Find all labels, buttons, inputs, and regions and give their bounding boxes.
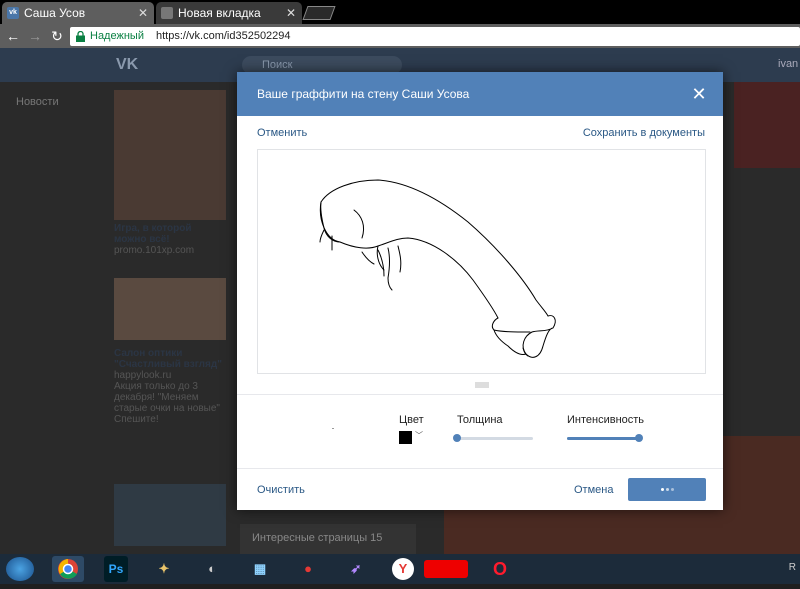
lock-icon	[76, 31, 85, 42]
slider-thumb[interactable]	[635, 434, 643, 442]
loading-dot	[661, 488, 664, 491]
cancel-link[interactable]: Отменить	[257, 127, 307, 139]
slider-fill	[567, 437, 639, 440]
cancel-button[interactable]: Отмена	[574, 484, 613, 496]
secure-label: Надежный	[90, 30, 144, 42]
redacted-icon[interactable]	[424, 560, 468, 578]
thickness-slider[interactable]	[453, 434, 533, 442]
left-nav-item-news[interactable]: Новости	[16, 96, 59, 108]
color-swatch[interactable]	[399, 431, 412, 444]
ad-domain: happylook.ru	[114, 370, 172, 381]
divider	[237, 394, 723, 395]
forward-arrow-icon[interactable]: →	[26, 27, 44, 45]
ad-body: Акция только до 3 декабря! "Меняем стары…	[114, 381, 220, 425]
vk-logo[interactable]: VK	[116, 56, 138, 74]
interesting-pages-label: Интересные страницы	[252, 532, 368, 544]
dialog-title: Ваше граффити на стену Саши Усова	[257, 87, 470, 101]
photoshop-icon[interactable]: Ps	[104, 556, 128, 582]
save-to-documents-link[interactable]: Сохранить в документы	[583, 127, 705, 139]
loading-dot	[666, 488, 669, 491]
reload-icon[interactable]: ↻	[48, 27, 66, 45]
start-button[interactable]	[6, 557, 34, 581]
send-button[interactable]	[628, 478, 706, 501]
yandex-icon[interactable]: Y	[392, 558, 414, 580]
tab-title: Новая вкладка	[178, 6, 261, 20]
intensity-label: Интенсивность	[567, 414, 645, 426]
graffiti-dialog: Ваше граффити на стену Саши Усова ✕ Отме…	[237, 72, 723, 510]
close-icon[interactable]: ✕	[689, 84, 709, 104]
ad-title: Игра, в которой можно всё!	[114, 223, 192, 245]
ad-text[interactable]: Игра, в которой можно всё! promo.101xp.c…	[114, 223, 226, 256]
ad-text[interactable]: Салон оптики "Счастливый взгляд" happylo…	[114, 348, 226, 425]
chrome-icon[interactable]	[52, 556, 84, 582]
brush-preview	[332, 428, 334, 429]
interesting-pages[interactable]: Интересные страницы 15	[240, 524, 416, 554]
ad-image[interactable]	[114, 90, 226, 220]
tab-bar: vk Саша Усов ✕ Новая вкладка ✕	[0, 0, 800, 24]
blank-page-icon	[161, 7, 173, 19]
intensity-slider[interactable]	[567, 434, 643, 442]
clear-button[interactable]: Очистить	[257, 484, 305, 496]
url-text: https://vk.com/id352502294	[156, 30, 291, 42]
address-bar[interactable]: Надежный https://vk.com/id352502294	[70, 27, 800, 46]
feather-icon[interactable]: ➶	[340, 556, 372, 582]
divider	[237, 468, 723, 469]
opera-icon[interactable]: O	[484, 556, 516, 582]
taskbar: Ps ✦ ◐ ▦ ● ➶ Y O R	[0, 554, 800, 584]
tab-new[interactable]: Новая вкладка ✕	[156, 2, 302, 24]
dialog-header: Ваше граффити на стену Саши Усова ✕	[237, 72, 723, 116]
tab-title: Саша Усов	[24, 6, 86, 20]
photo-thumbnail[interactable]	[734, 82, 800, 168]
app-icon[interactable]: ◐	[196, 556, 228, 582]
graffiti-canvas[interactable]	[257, 149, 706, 388]
ad-title: Салон оптики "Счастливый взгляд"	[114, 348, 222, 370]
new-tab-button[interactable]	[302, 6, 336, 20]
film-icon[interactable]: ▦	[244, 556, 276, 582]
ad-image[interactable]	[114, 278, 226, 340]
tab-close-icon[interactable]: ✕	[286, 2, 296, 24]
thickness-label: Толщина	[457, 414, 503, 426]
color-label: Цвет	[399, 414, 424, 426]
ad-image[interactable]	[114, 484, 226, 546]
browser-toolbar: ← → ↻ Надежный https://vk.com/id35250229…	[0, 24, 800, 48]
chevron-down-icon[interactable]: ﹀	[415, 430, 423, 441]
back-arrow-icon[interactable]: ←	[4, 27, 22, 45]
slider-thumb[interactable]	[453, 434, 461, 442]
vk-user-name[interactable]: ivan	[778, 58, 798, 70]
resize-handle-icon[interactable]	[475, 382, 489, 388]
tab-active[interactable]: vk Саша Усов ✕	[2, 2, 154, 24]
interesting-pages-count: 15	[370, 532, 383, 544]
app-icon[interactable]: ●	[292, 556, 324, 582]
loading-dot	[671, 488, 674, 491]
system-tray[interactable]: R	[789, 562, 796, 573]
app-icon[interactable]: ✦	[148, 556, 180, 582]
ad-domain: promo.101xp.com	[114, 245, 195, 256]
graffiti-drawing	[319, 179, 556, 358]
tab-close-icon[interactable]: ✕	[138, 2, 148, 24]
vk-favicon-icon: vk	[7, 7, 19, 19]
